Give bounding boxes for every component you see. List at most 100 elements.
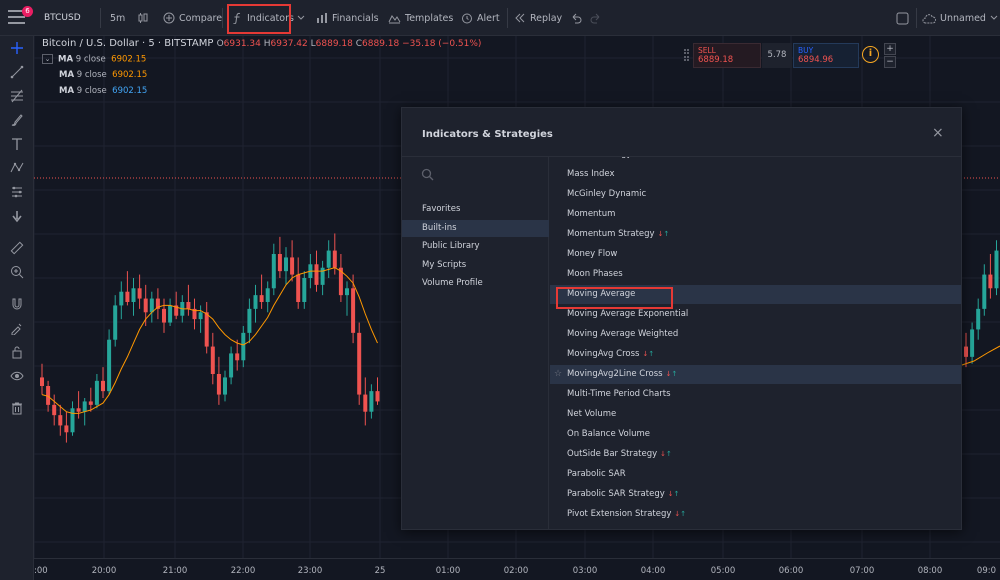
- candle-body: [149, 298, 154, 313]
- indicator-item[interactable]: OutSide Bar Strategy ↓↑: [550, 445, 961, 464]
- price-change: −35.18 (−0.51%): [402, 39, 482, 49]
- star-icon[interactable]: ☆: [554, 365, 562, 384]
- ruler-icon[interactable]: [9, 240, 25, 256]
- crosshair-icon[interactable]: [9, 40, 25, 56]
- indicator-item[interactable]: Mass Index: [550, 165, 961, 184]
- search-icon[interactable]: [421, 168, 434, 181]
- layout-button[interactable]: Unnamed: [922, 11, 998, 25]
- templates-button[interactable]: Templates: [388, 11, 453, 25]
- indicator-item[interactable]: On Balance Volume: [550, 425, 961, 444]
- chart-type-button[interactable]: [137, 11, 149, 25]
- candle-body: [988, 274, 993, 289]
- candle-body: [82, 401, 87, 412]
- chevron-down-icon[interactable]: [297, 11, 305, 25]
- compare-button[interactable]: Compare: [163, 11, 222, 25]
- divider: [222, 8, 223, 28]
- buy-button[interactable]: BUY 6894.96: [793, 43, 859, 68]
- category-built-ins[interactable]: Built-ins: [402, 219, 549, 237]
- indicator-item[interactable]: Money Flow: [550, 245, 961, 264]
- pattern-icon[interactable]: [9, 160, 25, 176]
- templates-icon: [388, 15, 401, 24]
- time-tick: 08:00: [917, 566, 943, 576]
- fullscreen-button[interactable]: [896, 11, 909, 25]
- indicator-item[interactable]: Moon Phases: [550, 265, 961, 284]
- indicator-item[interactable]: MovingAvg Cross ↓↑: [550, 345, 961, 364]
- redo-button[interactable]: [590, 11, 602, 25]
- candle-body: [94, 380, 99, 405]
- category-sidebar: Favorites Built-ins Public Library My Scrip…: [402, 157, 549, 530]
- candle-body: [52, 404, 57, 416]
- indicator-item[interactable]: Momentum: [550, 205, 961, 224]
- brush-icon[interactable]: [9, 112, 25, 128]
- indicator-item[interactable]: Pivot Extension Strategy ↓↑: [550, 505, 961, 524]
- replay-label: Replay: [530, 12, 563, 24]
- sell-button[interactable]: SELL 6889.18: [693, 43, 761, 68]
- chevron-down-icon[interactable]: ⌄: [42, 54, 53, 64]
- lock-icon[interactable]: [9, 344, 25, 360]
- ma-legend-row[interactable]: MA 9 close 6902.15: [59, 86, 147, 96]
- drag-handle-icon[interactable]: [684, 49, 689, 61]
- candle-body: [332, 250, 337, 268]
- ma-name: MA: [59, 70, 75, 80]
- prediction-icon[interactable]: [9, 184, 25, 200]
- plus-button[interactable]: +: [884, 43, 896, 55]
- trend-line-icon[interactable]: [9, 64, 25, 80]
- candle-body: [271, 254, 276, 289]
- lock-drawing-icon[interactable]: [9, 320, 25, 336]
- candle-body: [204, 312, 209, 347]
- indicator-item[interactable]: Moving Average Weighted: [550, 325, 961, 344]
- ma-legend-row[interactable]: MA 9 close 6902.15: [59, 70, 147, 80]
- magnet-icon[interactable]: [9, 296, 25, 312]
- buy-label: BUY: [798, 46, 814, 55]
- close-icon[interactable]: ×: [932, 125, 944, 141]
- time-axis[interactable]: :00 20:00 21:00 22:00 23:00 25 01:00 02:00 03:00…: [34, 558, 1000, 580]
- indicator-item[interactable]: ☆ MovingAvg2Line Cross ↓↑: [550, 365, 961, 384]
- info-icon[interactable]: i: [862, 46, 879, 63]
- eye-icon[interactable]: [9, 368, 25, 384]
- interval-button[interactable]: 5m: [110, 11, 125, 25]
- interval-label: 5m: [110, 12, 126, 24]
- undo-button[interactable]: [570, 11, 582, 25]
- symbol-search-button[interactable]: BTCUSD: [44, 13, 81, 23]
- divider: [507, 8, 508, 28]
- candle-body: [351, 288, 356, 333]
- category-my-scripts[interactable]: My Scripts: [402, 257, 549, 274]
- moving-average-highlight-box: [556, 287, 673, 309]
- zoom-in-icon[interactable]: [9, 264, 25, 280]
- indicator-label: Momentum: [567, 209, 616, 219]
- indicator-label: Momentum Strategy: [567, 229, 655, 239]
- alert-button[interactable]: Alert: [461, 11, 500, 25]
- replay-button[interactable]: Replay: [514, 11, 562, 25]
- candle-body: [64, 425, 69, 433]
- indicator-item[interactable]: MACD Strategy↓↑: [550, 157, 961, 164]
- indicator-item[interactable]: McGinley Dynamic: [550, 185, 961, 204]
- fib-icon[interactable]: [9, 88, 25, 104]
- undo-icon: [572, 13, 582, 24]
- indicator-label: MovingAvg Cross: [567, 349, 640, 359]
- trash-icon[interactable]: [9, 400, 25, 416]
- chart-legend: Bitcoin / U.S. Dollar · 5 · BITSTAMP O69…: [42, 38, 481, 49]
- arrow-down-icon[interactable]: [9, 208, 25, 224]
- ma-legend-row[interactable]: ⌄ MA 9 close 6902.15: [42, 54, 146, 65]
- moving-average-line: [41, 267, 378, 414]
- category-favorites[interactable]: Favorites: [402, 201, 549, 218]
- category-volume-profile[interactable]: Volume Profile: [402, 275, 549, 292]
- indicator-item[interactable]: Multi-Time Period Charts: [550, 385, 961, 404]
- candle-body: [357, 332, 362, 395]
- candle-body: [101, 380, 105, 392]
- indicator-item[interactable]: Momentum Strategy ↓↑: [550, 225, 961, 244]
- category-public-library[interactable]: Public Library: [402, 238, 549, 255]
- candle-body: [964, 346, 968, 357]
- indicator-item[interactable]: Net Volume: [550, 405, 961, 424]
- time-tick: 22:00: [230, 566, 256, 576]
- templates-label: Templates: [405, 12, 454, 24]
- time-tick: 04:00: [640, 566, 666, 576]
- ohlc-value: 6937.42: [270, 39, 308, 49]
- candle-body: [186, 302, 191, 309]
- text-icon[interactable]: [9, 136, 25, 152]
- minus-button[interactable]: −: [884, 56, 896, 68]
- ma-value: 6902.15: [112, 70, 148, 80]
- financials-button[interactable]: Financials: [316, 11, 379, 25]
- indicator-item[interactable]: Parabolic SAR: [550, 465, 961, 484]
- indicator-item[interactable]: Parabolic SAR Strategy ↓↑: [550, 485, 961, 504]
